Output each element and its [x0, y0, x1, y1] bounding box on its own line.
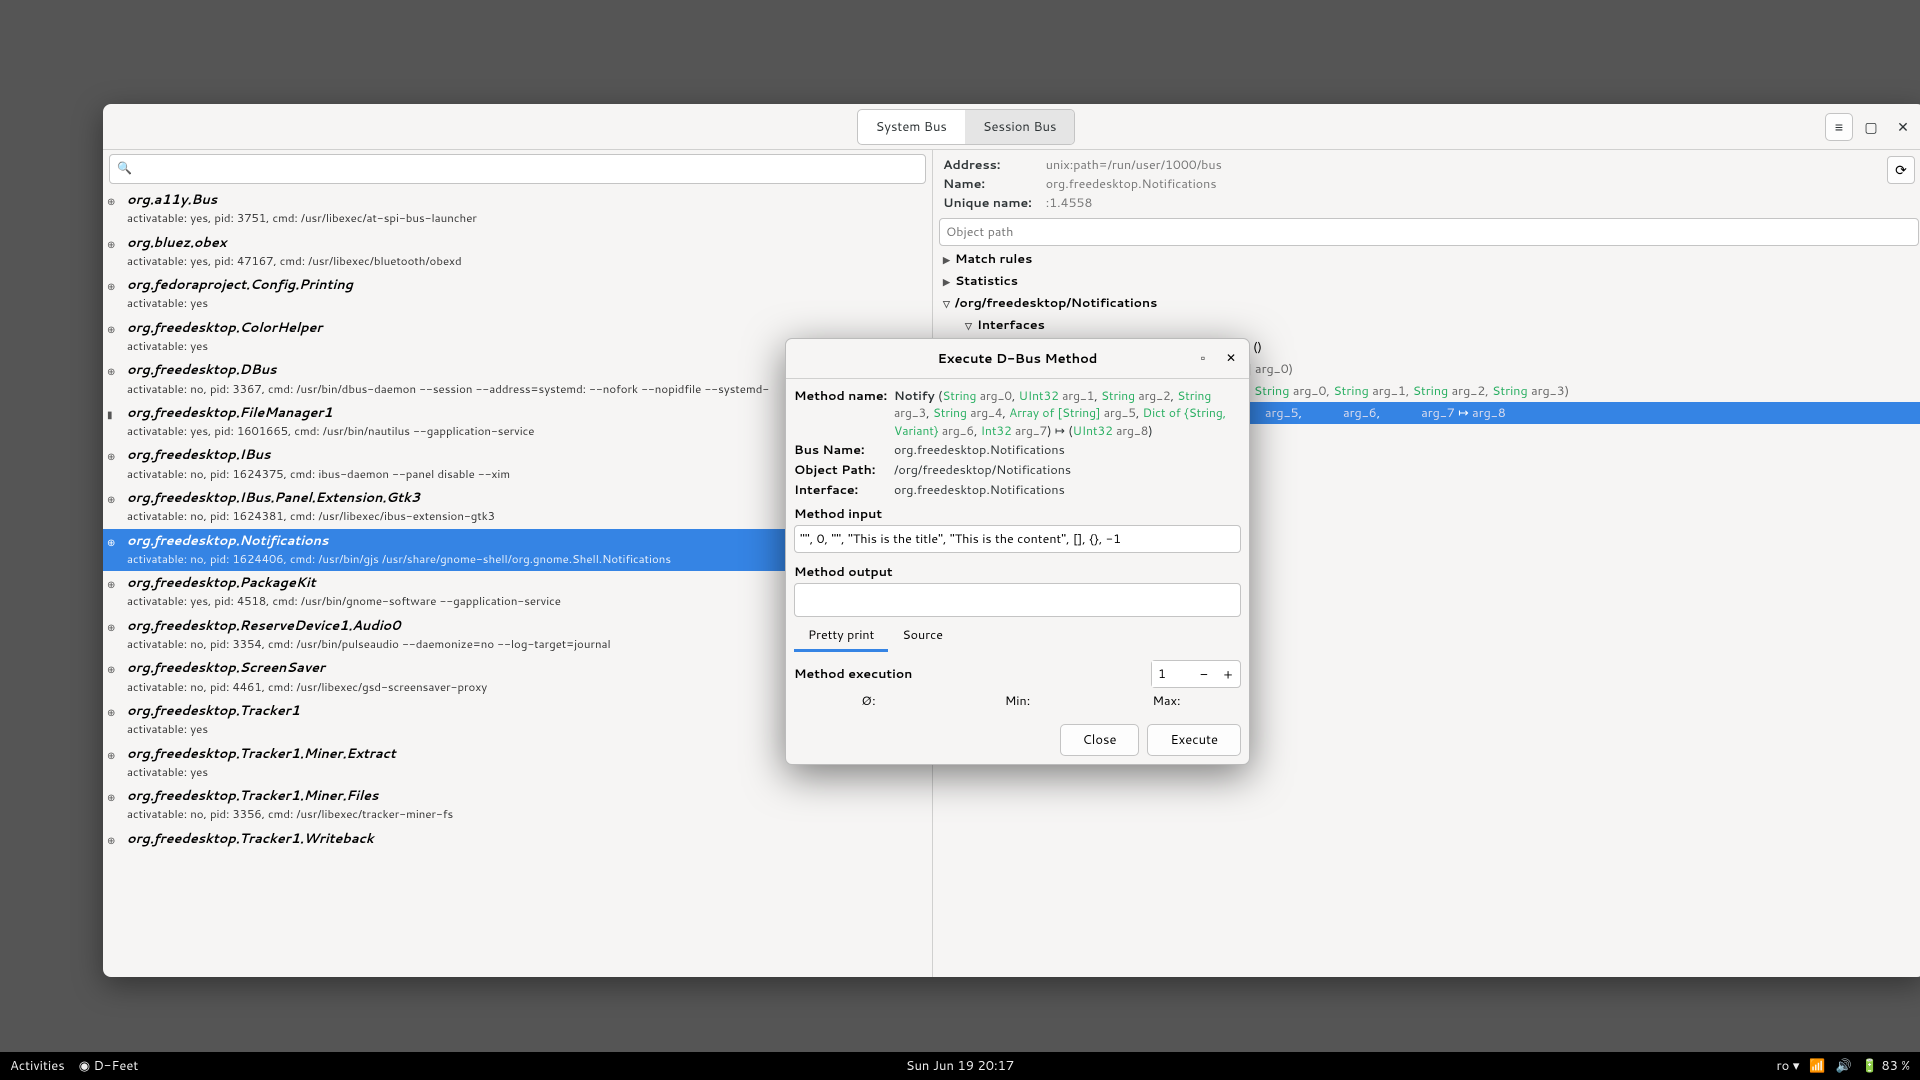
object-path-label: Object Path: [794, 461, 894, 479]
service-icon: ▮ [107, 408, 123, 422]
object-path-input[interactable] [939, 218, 1919, 246]
method-output-box [794, 583, 1241, 617]
execute-button[interactable]: Execute [1147, 724, 1241, 756]
dialog-maximize-button[interactable]: ▫ [1191, 345, 1215, 369]
search-input[interactable] [109, 154, 926, 184]
keyboard-layout-indicator[interactable]: ro ▾ [1777, 1057, 1800, 1075]
service-icon: ⊕ [107, 238, 123, 252]
unique-name-label: Unique name: [943, 194, 1032, 213]
method-input-label: Method input [794, 505, 1241, 523]
unique-name-value: :1.4558 [1046, 194, 1222, 213]
method-output-label: Method output [794, 563, 1241, 581]
service-row[interactable]: ⊕ org.a11y.Bus activatable: yes, pid: 37… [103, 188, 932, 231]
service-name: org.freedesktop.Tracker1.Writeback [127, 830, 926, 848]
service-icon: ⊕ [107, 834, 123, 848]
wifi-icon[interactable]: 📶 [1809, 1057, 1825, 1075]
service-icon: ⊕ [107, 323, 123, 337]
service-icon: ⊕ [107, 365, 123, 379]
method-signature: Notify (String arg_0, UInt32 arg_1, Stri… [894, 387, 1241, 439]
execution-count-spinner[interactable]: − + [1151, 660, 1241, 688]
tree-statistics[interactable]: ▶Statistics [933, 270, 1920, 292]
service-row[interactable]: ⊕ org.freedesktop.Tracker1.Miner.Files a… [103, 784, 932, 827]
search-icon: 🔍 [117, 159, 132, 176]
tree-match-rules[interactable]: ▶Match rules [933, 248, 1920, 270]
hamburger-menu-button[interactable]: ≡ [1825, 113, 1853, 141]
object-path-value: /org/freedesktop/Notifications [894, 461, 1241, 479]
interface-value: org.freedesktop.Notifications [894, 481, 1241, 499]
dialog-titlebar: Execute D-Bus Method ▫ ✕ [786, 339, 1249, 379]
dialog-title: Execute D-Bus Method [938, 350, 1098, 368]
tree-object-path[interactable]: ▽/org/freedesktop/Notifications [933, 292, 1920, 314]
service-subtitle: activatable: yes [127, 294, 926, 312]
battery-indicator[interactable]: 🔋 83 % [1862, 1057, 1910, 1075]
service-subtitle: activatable: yes, pid: 3751, cmd: /usr/l… [127, 209, 926, 227]
service-icon: ⊕ [107, 280, 123, 294]
output-tabs: Pretty print Source [794, 621, 1241, 652]
service-icon: ⊕ [107, 663, 123, 677]
spinner-decrement[interactable]: − [1192, 661, 1216, 687]
system-bus-button[interactable]: System Bus [858, 110, 965, 144]
gnome-top-bar: Activities ◉ D-Feet Sun Jun 19 20:17 ro … [0, 1052, 1920, 1080]
dialog-close-button[interactable]: ✕ [1219, 345, 1243, 369]
service-name: org.freedesktop.Tracker1.Miner.Files [127, 787, 926, 805]
bus-switcher: System Bus Session Bus [857, 109, 1076, 145]
refresh-button[interactable]: ⟳ [1887, 156, 1915, 184]
bus-name-value: org.freedesktop.Notifications [894, 441, 1241, 459]
headerbar: System Bus Session Bus ≡ ▢ ✕ [103, 104, 1920, 150]
volume-icon[interactable]: 🔊 [1836, 1057, 1852, 1075]
session-bus-button[interactable]: Session Bus [965, 110, 1075, 144]
service-icon: ⊕ [107, 791, 123, 805]
service-icon: ⊕ [107, 450, 123, 464]
close-button[interactable]: Close [1060, 724, 1140, 756]
execution-count-input[interactable] [1152, 661, 1192, 687]
interface-label: Interface: [794, 481, 894, 499]
service-row[interactable]: ⊕ org.fedoraproject.Config.Printing acti… [103, 273, 932, 316]
tab-source[interactable]: Source [888, 621, 957, 652]
service-icon: ⊕ [107, 749, 123, 763]
tree-interfaces[interactable]: ▽Interfaces [933, 314, 1920, 336]
clock[interactable]: Sun Jun 19 20:17 [906, 1057, 1014, 1075]
name-value: org.freedesktop.Notifications [1046, 175, 1222, 194]
tab-pretty-print[interactable]: Pretty print [794, 621, 888, 652]
method-name-label: Method name: [794, 387, 894, 439]
close-window-button[interactable]: ✕ [1889, 113, 1917, 141]
service-name: org.fedoraproject.Config.Printing [127, 276, 926, 294]
method-execution-label: Method execution [794, 665, 912, 683]
execute-method-dialog: Execute D-Bus Method ▫ ✕ Method name: No… [785, 338, 1250, 765]
min-label: Min: [943, 692, 1092, 710]
service-icon: ⊕ [107, 706, 123, 720]
service-subtitle: activatable: yes [127, 763, 926, 781]
service-name: org.freedesktop.ColorHelper [127, 319, 926, 337]
service-name: org.bluez.obex [127, 234, 926, 252]
service-icon: ⊕ [107, 493, 123, 507]
activities-button[interactable]: Activities [10, 1057, 65, 1075]
maximize-button[interactable]: ▢ [1857, 113, 1885, 141]
service-subtitle: activatable: no, pid: 3356, cmd: /usr/li… [127, 805, 926, 823]
service-icon: ⊕ [107, 195, 123, 209]
name-label: Name: [943, 175, 1032, 194]
bus-name-label: Bus Name: [794, 441, 894, 459]
address-value: unix:path=/run/user/1000/bus [1046, 156, 1222, 175]
max-label: Max: [1092, 692, 1241, 710]
service-row[interactable]: ⊕ org.bluez.obex activatable: yes, pid: … [103, 231, 932, 274]
service-icon: ⊕ [107, 536, 123, 550]
address-label: Address: [943, 156, 1032, 175]
service-subtitle: activatable: yes, pid: 47167, cmd: /usr/… [127, 252, 926, 270]
service-icon: ⊕ [107, 621, 123, 635]
spinner-increment[interactable]: + [1216, 661, 1240, 687]
service-row[interactable]: ⊕ org.freedesktop.Tracker1.Writeback [103, 827, 932, 851]
method-input-field[interactable] [794, 525, 1241, 553]
service-icon: ⊕ [107, 578, 123, 592]
app-menu[interactable]: ◉ D-Feet [79, 1057, 139, 1075]
avg-label: Ø: [794, 692, 943, 710]
service-name: org.a11y.Bus [127, 191, 926, 209]
